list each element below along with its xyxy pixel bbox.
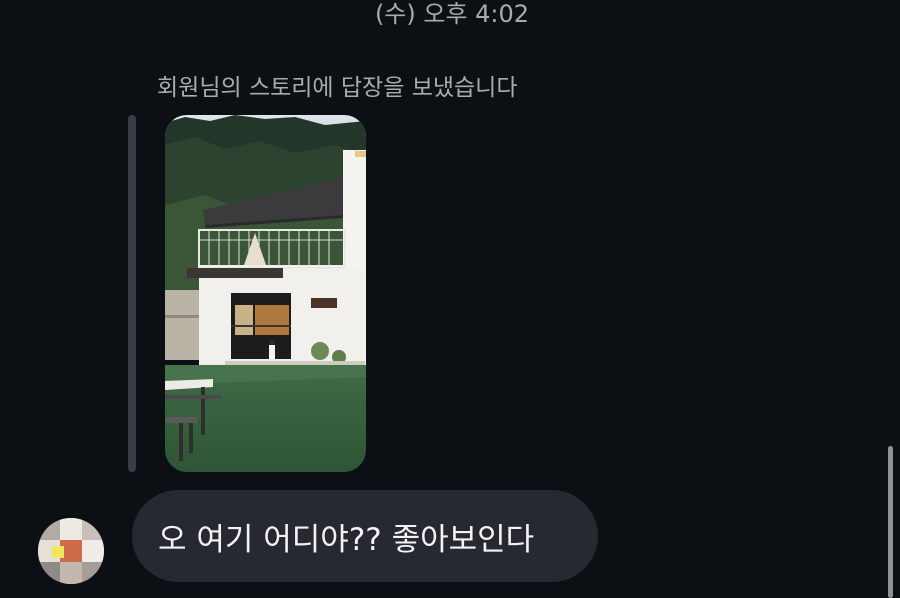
scrollbar[interactable] xyxy=(888,446,893,598)
reply-quote-bar xyxy=(128,115,136,472)
pixelated-avatar-icon xyxy=(38,518,104,584)
message-text: 오 여기 어디야?? 좋아보인다 xyxy=(158,521,535,558)
sender-avatar[interactable] xyxy=(38,518,104,584)
timestamp: (수) 오후 4:02 xyxy=(374,0,530,28)
message-bubble[interactable]: 오 여기 어디야?? 좋아보인다 xyxy=(132,490,598,582)
story-reply-note: 회원님의 스토리에 답장을 보냈습니다 xyxy=(157,75,518,101)
story-image[interactable] xyxy=(165,115,366,472)
story-photo-icon xyxy=(165,115,366,472)
